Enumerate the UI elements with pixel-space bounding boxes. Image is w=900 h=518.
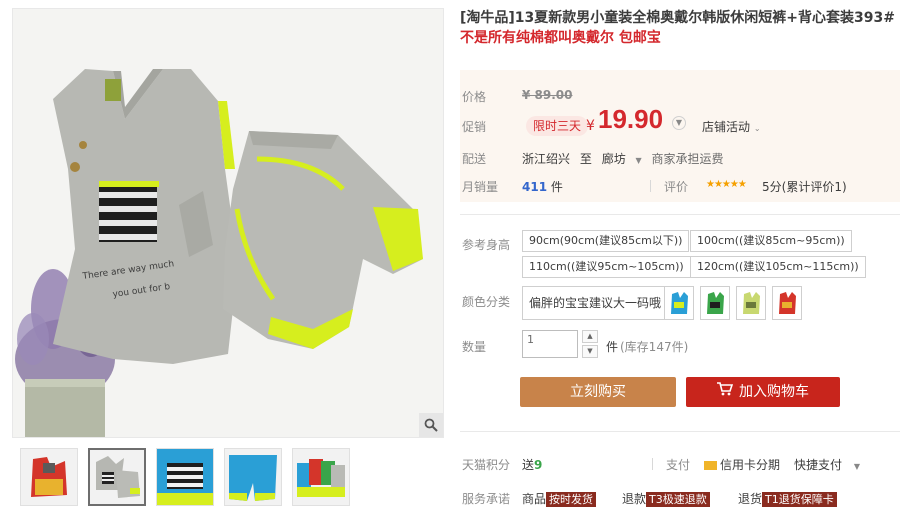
kids-outfit-illustration: There are way much you out for b (13, 9, 443, 437)
size-label: 参考身高 (462, 238, 511, 252)
product-detail-panel: [淘牛品]13夏新款男小童装全棉奥戴尔韩版休闲短裤+背心套装393# 不是所有纯… (460, 8, 900, 507)
zoom-icon[interactable] (419, 413, 443, 437)
points-prefix: 送 (522, 458, 535, 472)
service-item-refund[interactable]: 退款 T3极速退款 (622, 490, 710, 507)
monthly-sales-label: 月销量 (462, 180, 499, 194)
product-subtitle: 不是所有纯棉都叫奥戴尔 包邮宝 (460, 30, 661, 46)
quick-pay-dropdown-icon: ▼ (853, 462, 860, 471)
thumbnail-strip (20, 448, 350, 506)
thumbnail-blue-detail[interactable] (156, 448, 214, 506)
quantity-increase-button[interactable]: ▲ (582, 330, 598, 343)
divider (650, 180, 651, 192)
shop-promo-label: 店铺活动 (702, 120, 751, 134)
product-title: [淘牛品]13夏新款男小童装全棉奥戴尔韩版休闲短裤+背心套装393# (460, 10, 895, 26)
divider (652, 458, 653, 470)
buy-now-button[interactable]: 立刻购买 (520, 377, 676, 407)
shipping-note: 商家承担运费 (651, 152, 724, 166)
points-label: 天猫积分 (462, 458, 511, 472)
vest: There are way much you out for b (53, 69, 238, 364)
review-score-link[interactable]: 5分(累计评价1) (762, 178, 847, 195)
quick-pay-label: 快捷支付 (794, 458, 843, 472)
chevron-down-icon: ⌄ (753, 124, 761, 133)
service-item-return[interactable]: 退货 T1退货保障卡 (738, 490, 837, 507)
color-swatch-red[interactable] (772, 286, 802, 320)
service-item3-prefix: 退货 (738, 492, 763, 506)
credit-card-icon (704, 461, 717, 470)
size-option-100[interactable]: 100cm((建议85cm~95cm)) (690, 230, 852, 252)
promo-badge: 限时三天 (526, 116, 589, 136)
color-swatch-blue[interactable] (664, 286, 694, 320)
quantity-input[interactable]: 1 (522, 330, 578, 358)
promo-label: 促销 (462, 120, 487, 134)
credit-installment-link[interactable]: 信用卡分期 (704, 456, 780, 473)
main-product-image[interactable]: There are way much you out for b (12, 8, 444, 438)
color-swatch-light-green[interactable] (736, 286, 766, 320)
color-label: 颜色分类 (462, 295, 511, 309)
stock-count: (库存147件) (620, 340, 689, 354)
payment-label: 支付 (666, 458, 691, 472)
cart-icon (717, 377, 734, 407)
buy-now-label: 立刻购买 (570, 384, 626, 400)
size-option-120[interactable]: 120cm((建议105cm~115cm)) (690, 256, 866, 278)
thumbnail-grey-outfit[interactable] (88, 448, 146, 506)
monthly-sales-count: 411 件 (522, 178, 563, 195)
color-option-text[interactable]: 偏胖的宝宝建议大一码哦 (522, 286, 669, 320)
service-badge-refund: T3极速退款 (646, 492, 710, 507)
light-green-outfit-icon (743, 292, 760, 314)
service-badge-return: T1退货保障卡 (762, 492, 837, 507)
size-option-110[interactable]: 110cm((建议95cm~105cm)) (522, 256, 691, 278)
thumbnail-blue-shorts[interactable] (224, 448, 282, 506)
add-to-cart-label: 加入购物车 (739, 384, 809, 400)
credit-installment-label: 信用卡分期 (720, 458, 781, 472)
service-item2-prefix: 退款 (622, 492, 647, 506)
quantity-unit: 件 (606, 340, 619, 354)
service-item-ship[interactable]: 商品 按时发货 (522, 490, 597, 507)
red-outfit-icon (779, 292, 796, 314)
quantity-decrease-button[interactable]: ▼ (582, 345, 598, 358)
points-value: 9 (534, 458, 543, 472)
quantity-label: 数量 (462, 340, 487, 354)
destination-dropdown-icon[interactable]: ▼ (636, 156, 642, 165)
original-price: ¥ 89.00 (522, 88, 573, 102)
current-price: 19.90 (598, 104, 664, 134)
section-divider (460, 214, 900, 215)
service-item1-prefix: 商品 (522, 492, 547, 506)
ship-to-word: 至 (579, 152, 592, 166)
color-swatch-green[interactable] (700, 286, 730, 320)
service-label: 服务承诺 (462, 492, 511, 506)
quick-pay-link[interactable]: 快捷支付 ▼ (794, 456, 860, 473)
thumbnail-all-colors[interactable] (292, 448, 350, 506)
thumbnail-red-outfit[interactable] (20, 448, 78, 506)
blue-outfit-icon (671, 292, 688, 314)
sales-unit: 件 (550, 180, 563, 194)
shipping-info: 浙江绍兴 至 廊坊 ▼ 商家承担运费 (522, 150, 724, 167)
add-to-cart-button[interactable]: 加入购物车 (686, 377, 840, 407)
product-gallery: There are way much you out for b (12, 8, 444, 506)
size-option-90[interactable]: 90cm(90cm(建议85cm以下)) (522, 230, 690, 252)
green-outfit-icon (707, 292, 724, 314)
review-label: 评价 (664, 180, 689, 194)
currency-symbol: ¥ (586, 118, 595, 134)
price-label: 价格 (462, 90, 487, 104)
shipping-label: 配送 (462, 152, 487, 166)
rating-stars-icon: ★★★★★ (706, 179, 747, 190)
section-divider (460, 431, 900, 432)
shop-promo-link[interactable]: 店铺活动 ⌄ (702, 118, 761, 135)
service-badge-ship: 按时发货 (546, 492, 597, 507)
points-info: 送9 (522, 456, 542, 473)
sales-number: 411 (522, 180, 548, 194)
ship-from: 浙江绍兴 (522, 152, 571, 166)
ship-destination[interactable]: 廊坊 (602, 152, 626, 166)
price-dropdown-icon[interactable]: ▼ (672, 116, 686, 130)
price-panel: 价格 ¥ 89.00 促销 限时三天 ¥ 19.90 ▼ 店铺活动 ⌄ 配送 浙… (460, 70, 900, 202)
